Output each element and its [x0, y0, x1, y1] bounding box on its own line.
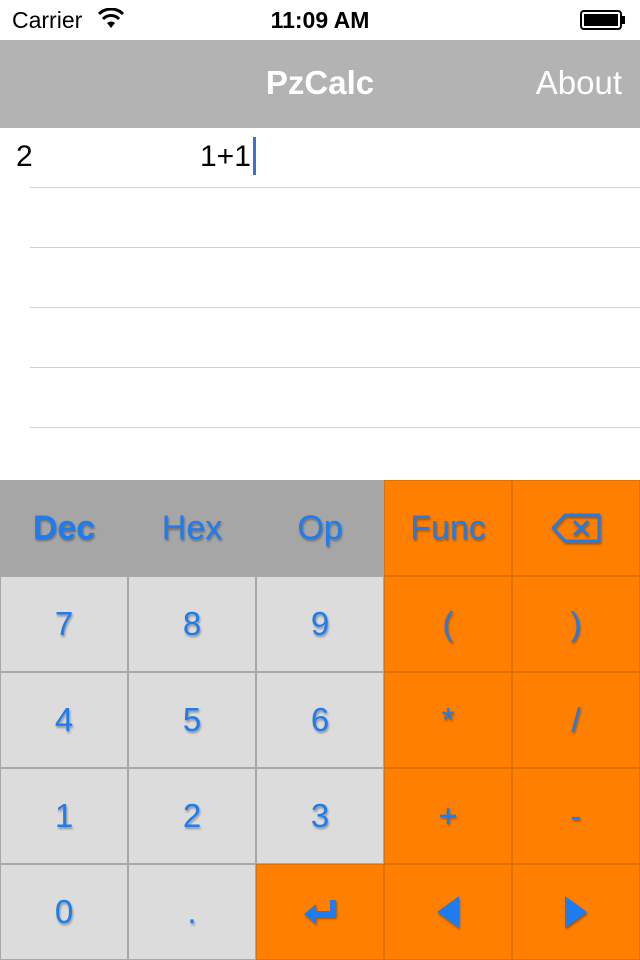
empty-row[interactable]	[0, 188, 640, 248]
battery-icon	[580, 10, 625, 30]
key-9[interactable]: 9	[256, 576, 384, 672]
empty-row[interactable]	[0, 248, 640, 308]
status-time: 11:09 AM	[270, 7, 370, 33]
arrow-right-icon	[565, 896, 587, 928]
backspace-icon	[551, 513, 601, 543]
cursor-right-button[interactable]	[512, 864, 640, 960]
func-button[interactable]: Func	[384, 480, 512, 576]
key-3[interactable]: 3	[256, 768, 384, 864]
key-left-paren[interactable]: (	[384, 576, 512, 672]
empty-row[interactable]	[0, 308, 640, 368]
expression-input[interactable]: 1+1	[200, 137, 256, 176]
keypad: Dec Hex Op Func 7 8 9 ( ) 4 5 6 * / 1 2 …	[0, 480, 640, 960]
key-divide[interactable]: /	[512, 672, 640, 768]
status-bar: Carrier 11:09 AM	[0, 0, 640, 40]
backspace-button[interactable]	[512, 480, 640, 576]
key-right-paren[interactable]: )	[512, 576, 640, 672]
key-decimal-point[interactable]: .	[128, 864, 256, 960]
key-5[interactable]: 5	[128, 672, 256, 768]
key-0[interactable]: 0	[0, 864, 128, 960]
key-plus[interactable]: +	[384, 768, 512, 864]
arrow-left-icon	[437, 896, 459, 928]
tab-dec[interactable]: Dec	[0, 480, 128, 576]
key-4[interactable]: 4	[0, 672, 128, 768]
key-6[interactable]: 6	[256, 672, 384, 768]
cursor-left-button[interactable]	[384, 864, 512, 960]
key-7[interactable]: 7	[0, 576, 128, 672]
key-1[interactable]: 1	[0, 768, 128, 864]
key-2[interactable]: 2	[128, 768, 256, 864]
enter-button[interactable]	[256, 864, 384, 960]
empty-row[interactable]	[0, 368, 640, 428]
about-button[interactable]: About	[536, 64, 622, 102]
navigation-bar: PzCalc About	[0, 40, 640, 128]
history-list: 2 1+1	[0, 128, 640, 480]
history-row[interactable]: 2 1+1	[0, 128, 640, 188]
key-multiply[interactable]: *	[384, 672, 512, 768]
key-8[interactable]: 8	[128, 576, 256, 672]
tab-op[interactable]: Op	[256, 480, 384, 576]
tab-hex[interactable]: Hex	[128, 480, 256, 576]
key-minus[interactable]: -	[512, 768, 640, 864]
row-divider	[30, 427, 640, 428]
return-icon	[304, 900, 336, 924]
result-value: 2	[16, 140, 33, 173]
text-cursor	[252, 137, 256, 176]
